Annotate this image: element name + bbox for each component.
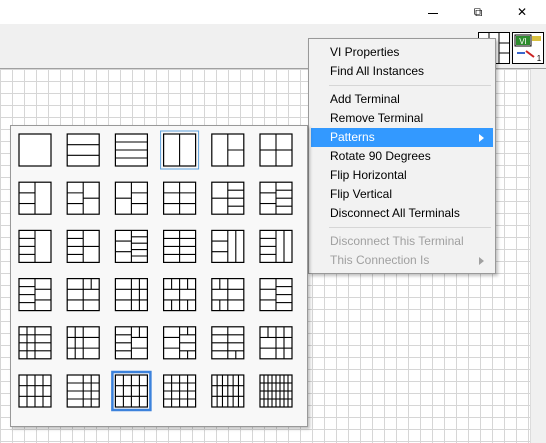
close-button[interactable]: ✕ (500, 0, 544, 24)
pattern-option-19[interactable] (18, 278, 52, 312)
pattern-option-10[interactable] (163, 181, 197, 215)
patterns-grid (18, 130, 293, 412)
pattern-option-16[interactable] (163, 229, 197, 264)
pattern-option-9[interactable] (114, 181, 149, 215)
restore-icon: ⧉ (473, 4, 483, 19)
menu-item-label: Disconnect All Terminals (330, 206, 460, 220)
patterns-submenu (10, 125, 308, 427)
pattern-option-23[interactable] (211, 278, 245, 312)
pattern-option-20[interactable] (66, 278, 100, 312)
pattern-option-15[interactable] (114, 229, 149, 264)
pattern-option-25[interactable] (18, 326, 52, 360)
restore-button[interactable]: ⧉ (456, 0, 500, 24)
pattern-option-28[interactable] (163, 326, 197, 360)
pattern-option-21[interactable] (114, 278, 149, 312)
submenu-arrow-icon (479, 134, 484, 142)
pattern-option-26[interactable] (66, 326, 100, 360)
vi-icon[interactable]: VI 1 (512, 32, 544, 64)
menu-item-remove-terminal[interactable]: Remove Terminal (311, 109, 493, 128)
menu-item-find-all-instances[interactable]: Find All Instances (311, 62, 493, 81)
pattern-option-13[interactable] (18, 229, 52, 264)
context-menu: VI Properties Find All Instances Add Termi… (308, 38, 496, 274)
menu-item-label: Add Terminal (330, 92, 400, 106)
pattern-option-12[interactable] (259, 181, 293, 215)
pattern-option-34[interactable] (163, 374, 197, 408)
vertical-scrollbar[interactable] (530, 69, 546, 443)
pattern-option-8[interactable] (66, 181, 100, 215)
pattern-option-1[interactable] (18, 133, 52, 167)
menu-item-label: Flip Vertical (330, 187, 393, 201)
pattern-option-33[interactable] (111, 370, 152, 412)
menu-item-add-terminal[interactable]: Add Terminal (311, 90, 493, 109)
menu-item-label: Rotate 90 Degrees (330, 149, 431, 163)
pattern-option-32[interactable] (66, 374, 100, 408)
pattern-option-22[interactable] (163, 278, 197, 312)
menu-item-label: Find All Instances (330, 64, 425, 78)
menu-item-disconnect-all-terminals[interactable]: Disconnect All Terminals (311, 204, 493, 223)
pattern-option-18[interactable] (259, 229, 293, 264)
pattern-option-24[interactable] (259, 278, 293, 312)
vi-icon-label: VI (519, 37, 527, 46)
pattern-option-11[interactable] (211, 181, 245, 215)
pattern-option-2[interactable] (66, 133, 100, 167)
pattern-option-5[interactable] (211, 133, 245, 167)
menu-item-flip-vertical[interactable]: Flip Vertical (311, 185, 493, 204)
minimize-icon (428, 12, 438, 14)
menu-separator (329, 227, 491, 228)
vi-icon-badge: 1 (537, 54, 542, 63)
pattern-option-27[interactable] (114, 326, 149, 360)
menu-separator (329, 85, 491, 86)
vi-icon-graphic: VI 1 (514, 34, 542, 63)
pattern-option-31[interactable] (18, 374, 52, 408)
menu-item-flip-horizontal[interactable]: Flip Horizontal (311, 166, 493, 185)
pattern-option-6[interactable] (259, 133, 293, 167)
pattern-option-14[interactable] (66, 229, 100, 264)
menu-item-rotate-90-degrees[interactable]: Rotate 90 Degrees (311, 147, 493, 166)
title-bar: ⧉ ✕ (0, 0, 546, 24)
pattern-option-35[interactable] (211, 374, 245, 408)
menu-item-disconnect-this-terminal: Disconnect This Terminal (311, 232, 493, 251)
menu-item-label: Flip Horizontal (330, 168, 407, 182)
pattern-option-4[interactable] (160, 130, 200, 170)
menu-item-label: Remove Terminal (330, 111, 424, 125)
menu-item-label: Disconnect This Terminal (330, 234, 464, 248)
pattern-option-17[interactable] (211, 229, 245, 264)
menu-item-this-connection-is: This Connection Is (311, 251, 493, 270)
menu-item-patterns[interactable]: Patterns (311, 128, 493, 147)
pattern-option-36[interactable] (259, 374, 293, 408)
pattern-option-29[interactable] (211, 326, 245, 360)
menu-item-label: Patterns (330, 130, 375, 144)
pattern-option-3[interactable] (114, 133, 149, 167)
menu-item-label: VI Properties (330, 45, 400, 59)
menu-item-vi-properties[interactable]: VI Properties (311, 43, 493, 62)
minimize-button[interactable] (411, 0, 455, 24)
submenu-arrow-icon (479, 257, 484, 265)
pattern-option-7[interactable] (18, 181, 52, 215)
close-icon: ✕ (516, 5, 528, 19)
menu-item-label: This Connection Is (330, 253, 430, 267)
pattern-option-30[interactable] (259, 326, 293, 360)
